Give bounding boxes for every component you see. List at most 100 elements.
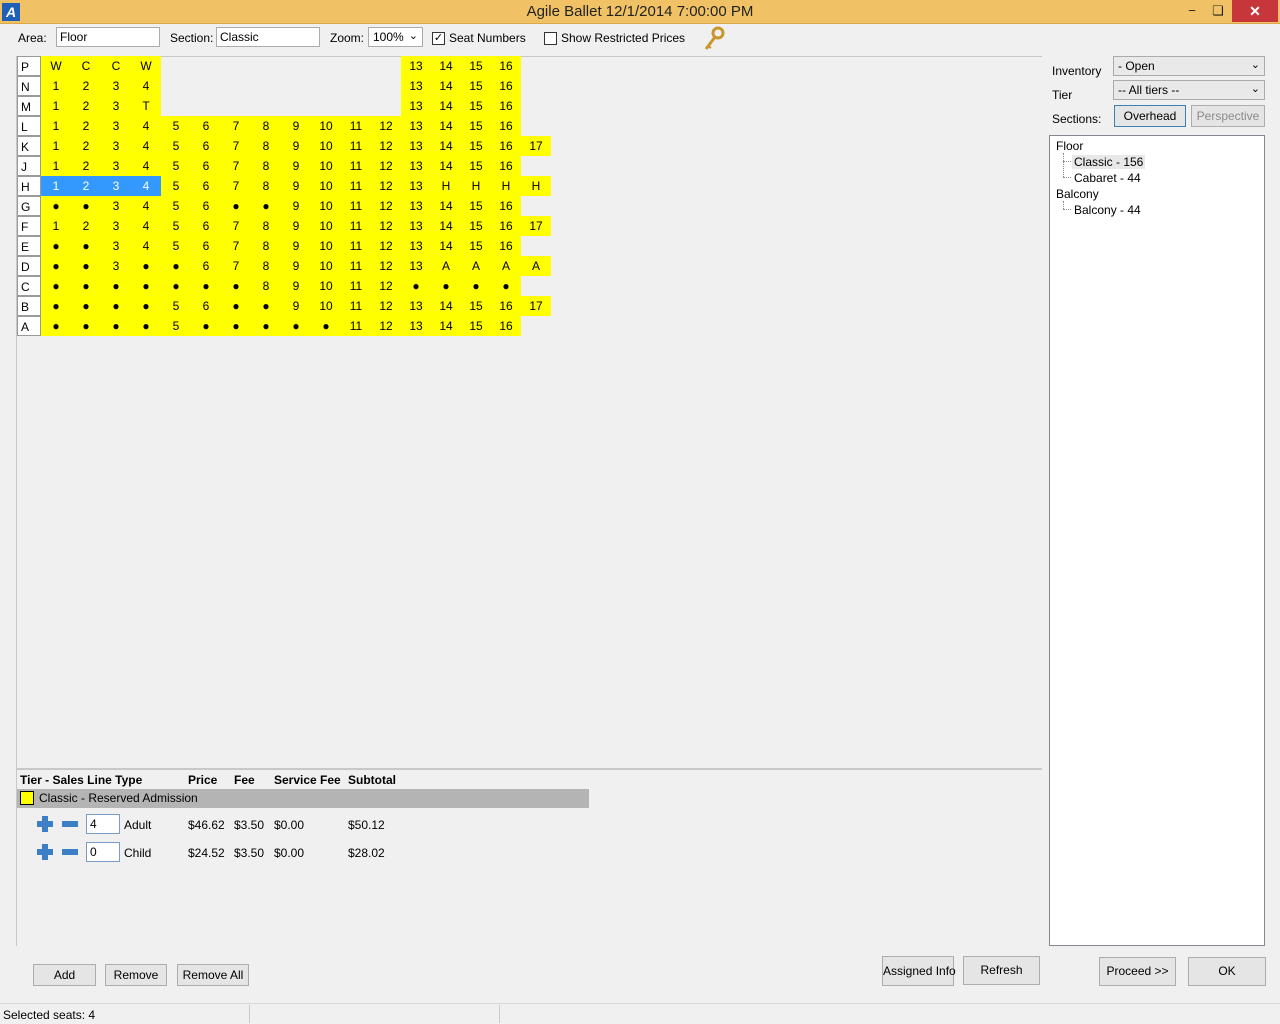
seat[interactable]: 14 [431, 216, 461, 236]
seat[interactable]: 2 [71, 156, 101, 176]
seat[interactable]: ● [71, 276, 101, 296]
seat[interactable]: 11 [341, 276, 371, 296]
seat[interactable]: 12 [371, 236, 401, 256]
seat[interactable]: 14 [431, 96, 461, 116]
quantity-input-adult[interactable]: 4 [86, 814, 120, 834]
seat[interactable]: 10 [311, 216, 341, 236]
seat[interactable]: 7 [221, 156, 251, 176]
tree-item-classic[interactable]: Classic - 156 [1072, 155, 1146, 169]
seat[interactable]: ● [401, 276, 431, 296]
seat[interactable]: 10 [311, 196, 341, 216]
plus-icon[interactable] [37, 816, 53, 832]
seat[interactable]: 9 [281, 176, 311, 196]
quantity-input-child[interactable]: 0 [86, 842, 120, 862]
inventory-select[interactable]: - Open ⌄ [1113, 56, 1265, 76]
seat[interactable]: 1 [41, 116, 71, 136]
seat[interactable]: 15 [461, 56, 491, 76]
seat[interactable]: ● [281, 316, 311, 336]
seat[interactable]: 11 [341, 256, 371, 276]
seat[interactable]: ● [71, 196, 101, 216]
seat[interactable]: ● [131, 276, 161, 296]
seat[interactable]: 13 [401, 176, 431, 196]
seat[interactable]: 1 [41, 76, 71, 96]
seat-numbers-checkbox[interactable]: ✓ [432, 32, 445, 45]
seat[interactable]: 4 [131, 136, 161, 156]
seat[interactable]: 13 [401, 216, 431, 236]
seat[interactable]: 7 [221, 236, 251, 256]
tree-item-floor[interactable]: Floor [1056, 139, 1083, 153]
seat[interactable]: 5 [161, 156, 191, 176]
seat[interactable]: 9 [281, 296, 311, 316]
seat[interactable]: 6 [191, 196, 221, 216]
seat[interactable]: 10 [311, 256, 341, 276]
seat[interactable]: 13 [401, 96, 431, 116]
seat[interactable]: 12 [371, 116, 401, 136]
restricted-prices-checkbox[interactable] [544, 32, 557, 45]
seat[interactable]: H [491, 176, 521, 196]
seat[interactable]: 14 [431, 236, 461, 256]
seat[interactable]: ● [161, 276, 191, 296]
seat[interactable]: 10 [311, 176, 341, 196]
seat[interactable]: H [431, 176, 461, 196]
seat[interactable]: 9 [281, 256, 311, 276]
seat[interactable]: 3 [101, 116, 131, 136]
seat[interactable]: 8 [251, 236, 281, 256]
section-field[interactable]: Classic [216, 27, 320, 47]
seat[interactable]: 8 [251, 276, 281, 296]
refresh-button[interactable]: Refresh [963, 956, 1040, 985]
seat[interactable]: 13 [401, 116, 431, 136]
seat[interactable]: 1 [41, 216, 71, 236]
seat[interactable]: ● [251, 296, 281, 316]
tier-select[interactable]: -- All tiers -- ⌄ [1113, 80, 1265, 100]
seat[interactable]: 15 [461, 196, 491, 216]
seat[interactable]: 13 [401, 316, 431, 336]
seat[interactable]: 5 [161, 236, 191, 256]
seat[interactable]: 15 [461, 216, 491, 236]
seat[interactable]: 5 [161, 196, 191, 216]
seat[interactable]: 5 [161, 116, 191, 136]
seat[interactable]: 15 [461, 96, 491, 116]
add-button[interactable]: Add [33, 964, 96, 986]
seat[interactable]: 12 [371, 256, 401, 276]
seat[interactable]: 15 [461, 116, 491, 136]
seat[interactable]: 16 [491, 136, 521, 156]
seat[interactable]: 15 [461, 236, 491, 256]
seat[interactable]: 14 [431, 316, 461, 336]
seat[interactable]: A [491, 256, 521, 276]
seat[interactable]: ● [41, 256, 71, 276]
seat[interactable]: ● [131, 316, 161, 336]
seat[interactable]: 13 [401, 296, 431, 316]
ok-button[interactable]: OK [1188, 957, 1266, 986]
seat[interactable]: 12 [371, 276, 401, 296]
seat[interactable]: A [461, 256, 491, 276]
seat[interactable]: 1 [41, 136, 71, 156]
remove-button[interactable]: Remove [105, 964, 167, 986]
seat[interactable]: 6 [191, 156, 221, 176]
seat[interactable]: 9 [281, 216, 311, 236]
seat[interactable]: ● [131, 256, 161, 276]
seat[interactable]: 9 [281, 276, 311, 296]
seat[interactable]: 15 [461, 316, 491, 336]
seat[interactable]: 6 [191, 236, 221, 256]
seat[interactable]: 5 [161, 296, 191, 316]
seat[interactable]: ● [191, 276, 221, 296]
seat[interactable]: 8 [251, 156, 281, 176]
seat[interactable]: 3 [101, 216, 131, 236]
seat[interactable]: 1 [41, 156, 71, 176]
seat[interactable]: 1 [41, 96, 71, 116]
seat[interactable]: 2 [71, 76, 101, 96]
seat[interactable]: ● [221, 296, 251, 316]
seat[interactable]: 12 [371, 216, 401, 236]
seat[interactable]: 8 [251, 176, 281, 196]
minus-icon[interactable] [62, 821, 78, 827]
seat[interactable]: ● [221, 316, 251, 336]
seat[interactable]: 1 [41, 176, 71, 196]
seat[interactable]: 13 [401, 156, 431, 176]
seat[interactable]: 13 [401, 136, 431, 156]
seat[interactable]: ● [41, 196, 71, 216]
seat[interactable]: 15 [461, 76, 491, 96]
seat[interactable]: 12 [371, 176, 401, 196]
seat[interactable]: 12 [371, 316, 401, 336]
seat[interactable]: 16 [491, 116, 521, 136]
seat[interactable]: 7 [221, 256, 251, 276]
